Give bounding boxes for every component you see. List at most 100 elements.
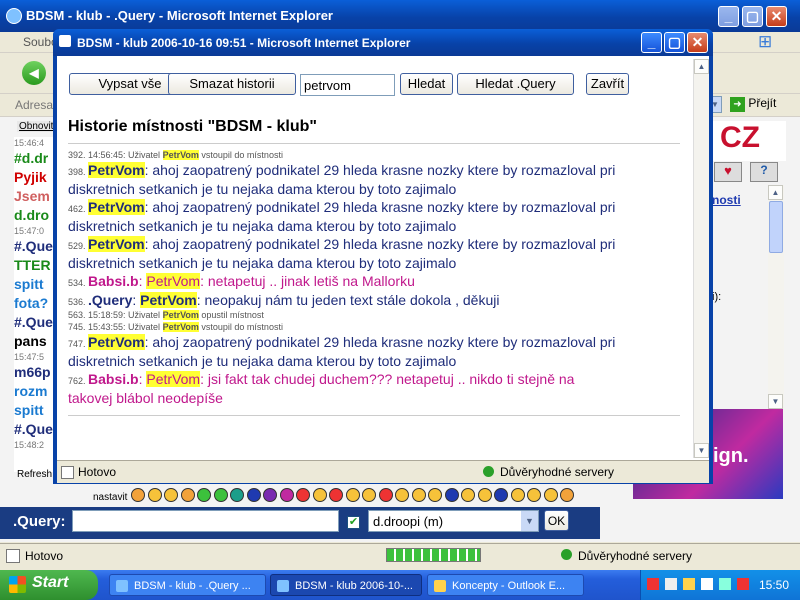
popup-close-button[interactable]: ✕ [687,32,708,53]
refresh-bottom-link[interactable]: Refresh [17,469,52,480]
outer-zone-text: Důvěryhodné servery [578,549,693,563]
query-input[interactable] [72,510,339,532]
smiley-icon[interactable] [263,488,277,502]
message-text: : ahoj zaopatrený podnikatel 29 hleda kr… [144,199,616,215]
chevron-down-icon[interactable]: ▼ [521,511,538,531]
chat-fragment: 15:48:2 [14,440,45,450]
clear-history-btn[interactable]: Smazat historii [168,73,296,95]
tray-icon-4[interactable] [701,578,713,590]
smiley-icon[interactable] [395,488,409,502]
search-input[interactable]: petrvom [300,74,395,96]
popup-minimize-button[interactable]: _ [641,32,662,53]
chat-fragment: pans [14,333,47,349]
ok-button[interactable]: OK [544,510,569,531]
close-history-button[interactable]: Zavřít [586,73,629,95]
chat-fragment: spitt [14,402,44,418]
user-select[interactable]: d.droopi (m) ▼ [368,510,539,532]
smiley-icon[interactable] [312,488,327,502]
user-name: Babsi.b [88,273,139,289]
right-link-fragment[interactable]: nosti [712,193,741,207]
windows-logo-icon: ⊞ [758,32,773,51]
message-text: : netapetuj .. jinak letiš na Mallorku [200,273,415,289]
message-number: 398. [68,167,89,177]
outer-status-bar: Hotovo Důvěryhodné servery [0,543,800,568]
outer-window-title: BDSM - klub - .Query - Microsoft Interne… [26,8,333,23]
tray-icon-3[interactable] [683,578,695,590]
help-icon[interactable]: ? [750,162,778,182]
popup-scrollbar[interactable]: ▲ ▼ [693,59,709,458]
history-message: 747. PetrVom: ahoj zaopatrený podnikatel… [68,333,680,370]
task-outlook-icon [434,580,446,592]
user-name: .Query [88,291,133,308]
nastavit-label[interactable]: nastavit [93,492,127,503]
smiley-icon[interactable] [510,488,525,502]
back-icon[interactable]: ◀ [22,61,46,85]
hearts-icon[interactable]: ♥ [714,162,742,182]
smiley-icon[interactable] [345,488,360,502]
tray-icon-5[interactable] [719,578,731,590]
outer-minimize-button[interactable]: _ [718,6,739,27]
popup-scroll-up-icon[interactable]: ▲ [694,59,709,74]
tray-icon-6[interactable] [737,578,749,590]
smiley-icon[interactable] [131,488,145,502]
smiley-icon[interactable] [378,488,393,502]
smiley-icon[interactable] [296,488,310,502]
popup-maximize-button[interactable]: ▢ [664,32,685,53]
smiley-icon[interactable] [411,488,426,502]
smiley-icon[interactable] [494,488,508,502]
trusted-zone-icon [561,549,572,560]
popup-scroll-down-icon[interactable]: ▼ [694,443,709,458]
smiley-icon[interactable] [197,488,211,502]
message-continuation: diskretnich setkanich je tu nejaka dama … [68,180,457,197]
taskbar-button-3[interactable]: Koncepty - Outlook E... [427,574,584,596]
smiley-icon[interactable] [213,488,228,502]
page-scroll-down-icon[interactable]: ▼ [768,394,783,409]
page-scroll-up-icon[interactable]: ▲ [768,185,783,200]
message-text: : jsi fakt tak chudej duchem??? netapetu… [200,371,575,387]
user-name: Babsi.b [88,371,139,387]
smiley-icon[interactable] [560,488,574,502]
search-query-button[interactable]: Hledat .Query [457,73,574,95]
popup-status-text: Hotovo [78,465,117,479]
right-page-scrollbar[interactable]: ▲ ▼ [768,185,784,409]
refresh-link[interactable]: Obnovit [17,121,56,132]
history-system-line: 392. 14:56:45: Uživatel PetrVom vstoupil… [68,149,680,161]
outer-maximize-button[interactable]: ▢ [742,6,763,27]
history-list: 392. 14:56:45: Uživatel PetrVom vstoupil… [68,149,680,439]
smiley-icon[interactable] [527,488,541,502]
taskbar-button-1[interactable]: BDSM - klub - .Query ... [109,574,266,596]
smiley-icon[interactable] [164,488,178,502]
user-name: PetrVom [162,322,199,332]
search-button[interactable]: Hledat [400,73,453,95]
start-button[interactable]: Start [0,570,98,600]
popup-window: BDSM - klub 2006-10-16 09:51 - Microsoft… [53,29,713,484]
smiley-icon[interactable] [444,488,459,502]
taskbar-button-2[interactable]: BDSM - klub 2006-10-... [270,574,422,596]
history-message: 398. PetrVom: ahoj zaopatrený podnikatel… [68,161,680,198]
smiley-icon[interactable] [428,488,442,502]
page-scroll-thumb[interactable] [769,201,783,253]
task-ie-icon [116,580,128,592]
history-message: 762. Babsi.b: PetrVom: jsi fakt tak chud… [68,370,680,407]
history-heading: Historie místnosti "BDSM - klub" [68,118,317,135]
message-number: 462. [68,204,89,214]
smiley-icon[interactable] [477,488,492,502]
message-number: 534. [68,278,89,288]
go-label: Přejít [748,96,777,110]
smiley-icon[interactable] [246,488,261,502]
smiley-icon[interactable] [180,488,195,502]
query-checkbox[interactable]: ✔ [347,516,360,529]
popup-content: Vypsat vše Smazat historii Smazat histor… [57,56,709,460]
smiley-icon[interactable] [362,488,376,502]
smiley-icon[interactable] [230,488,244,502]
smiley-icon[interactable] [147,488,162,502]
smiley-icon[interactable] [543,488,558,502]
smiley-icon[interactable] [279,488,294,502]
smiley-icon[interactable] [461,488,475,502]
message-text: : ahoj zaopatrený podnikatel 29 hleda kr… [144,334,616,350]
outer-close-button[interactable]: ✕ [766,6,787,27]
tray-icon-2[interactable] [665,578,677,590]
smiley-icon[interactable] [329,488,343,502]
go-button[interactable]: ➜ Přejít [730,96,790,114]
tray-icon-lang[interactable] [647,578,659,590]
